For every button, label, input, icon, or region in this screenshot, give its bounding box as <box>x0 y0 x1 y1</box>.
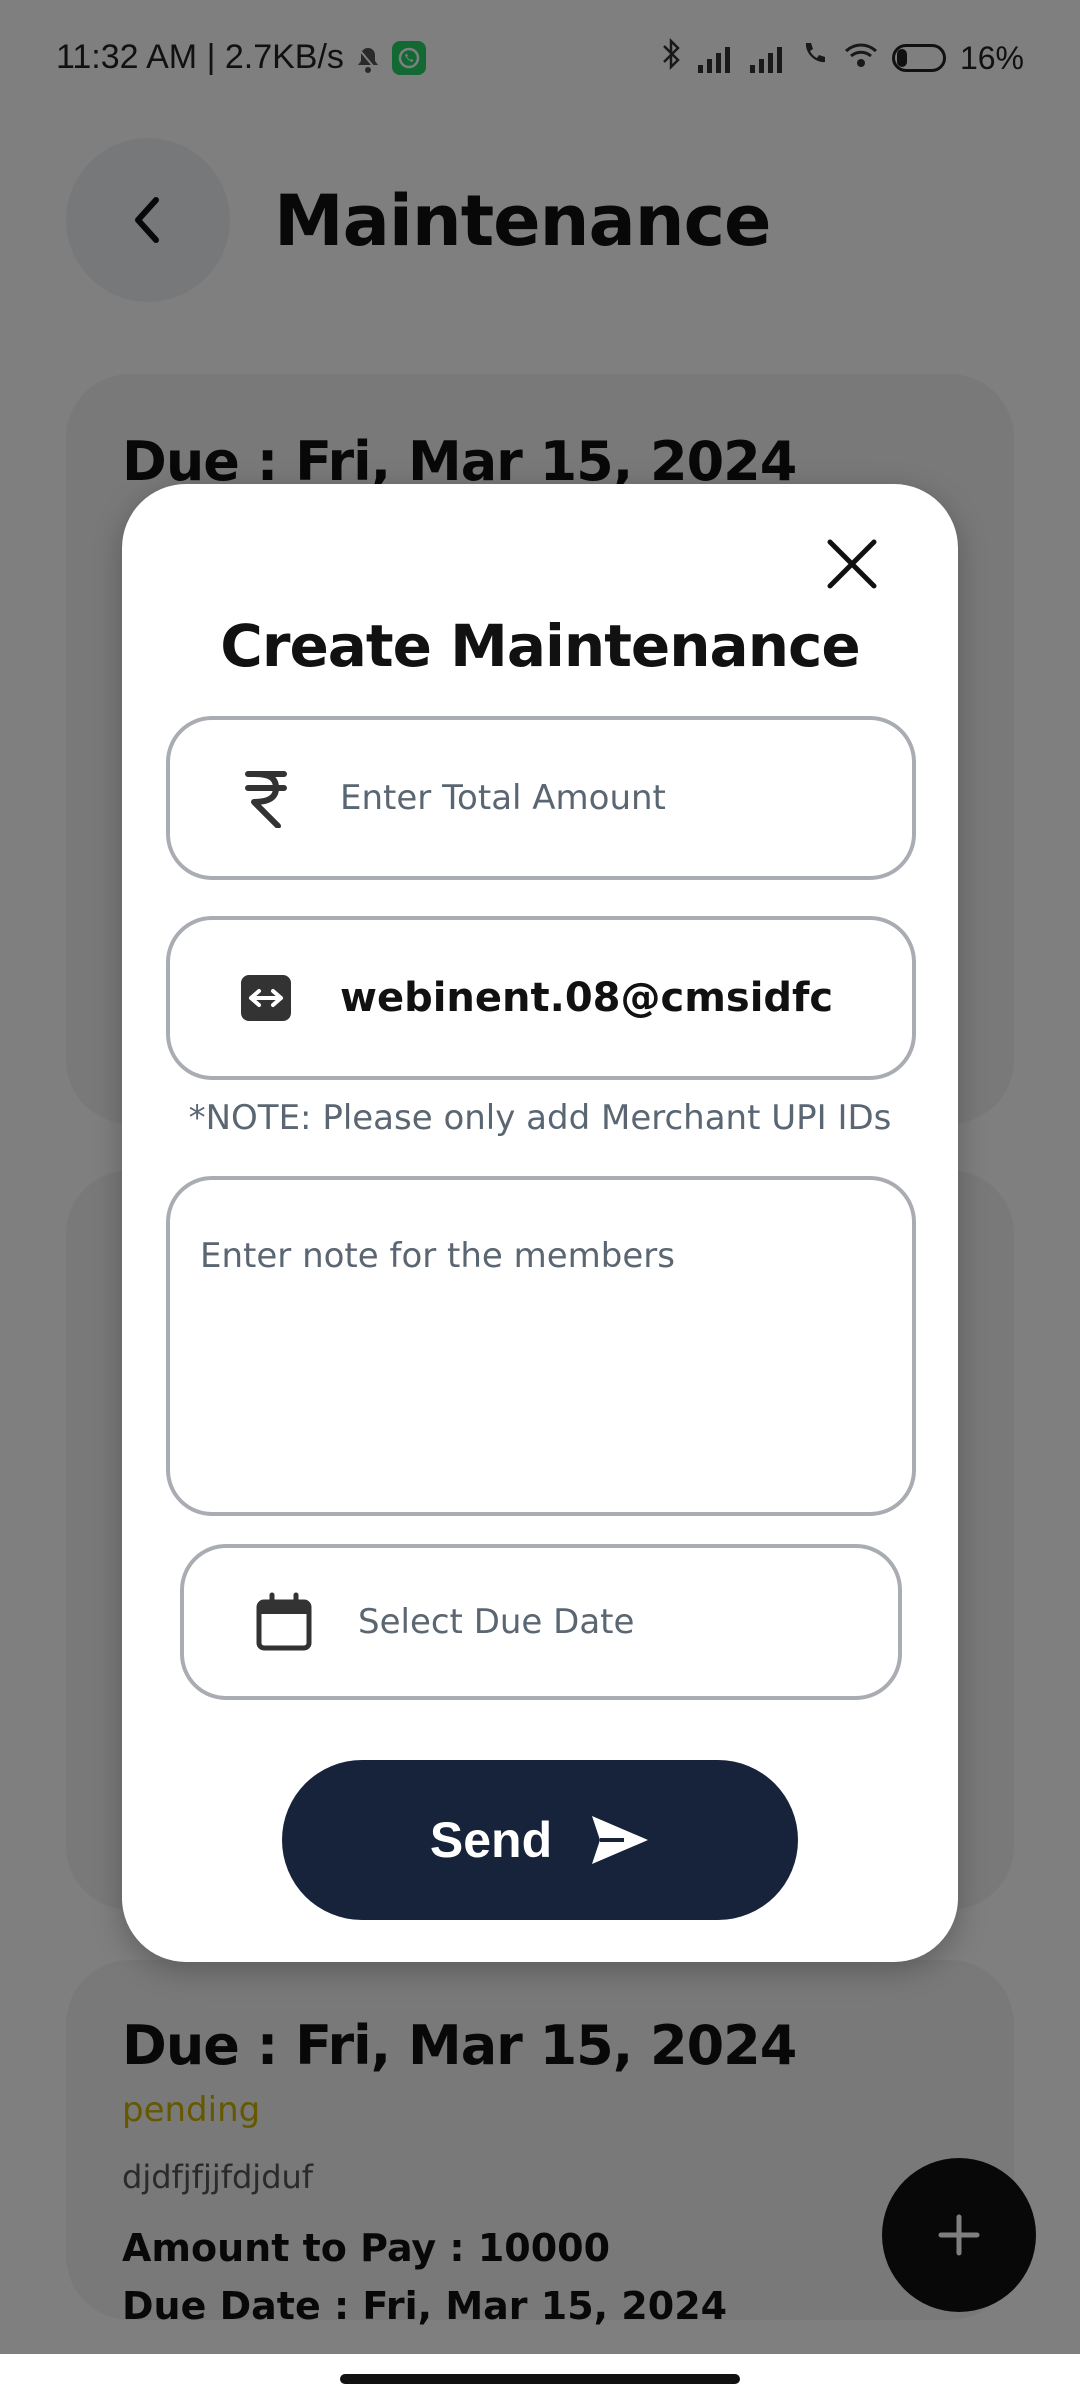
upi-id-value: webinent.08@cmsidfc <box>340 975 834 1021</box>
member-note-placeholder: Enter note for the members <box>200 1236 675 1276</box>
upi-icon <box>236 968 296 1028</box>
home-indicator[interactable] <box>340 2374 740 2384</box>
send-button-label: Send <box>429 1812 553 1868</box>
total-amount-placeholder: Enter Total Amount <box>340 778 666 818</box>
due-date-placeholder: Select Due Date <box>358 1602 635 1642</box>
create-maintenance-dialog: Create Maintenance Enter Total Amount we… <box>122 484 958 1962</box>
dialog-title: Create Maintenance <box>220 612 860 680</box>
upi-id-field[interactable]: webinent.08@cmsidfc <box>166 916 916 1080</box>
send-button[interactable]: Send <box>282 1760 798 1920</box>
rupee-icon <box>236 768 296 828</box>
member-note-field[interactable]: Enter note for the members <box>166 1176 916 1516</box>
close-button[interactable] <box>822 534 882 594</box>
total-amount-field[interactable]: Enter Total Amount <box>166 716 916 880</box>
due-date-field[interactable]: Select Due Date <box>180 1544 902 1700</box>
upi-note: *NOTE: Please only add Merchant UPI IDs <box>188 1098 892 1138</box>
send-icon <box>592 1816 649 1864</box>
close-icon <box>827 539 877 589</box>
calendar-icon <box>254 1592 314 1652</box>
